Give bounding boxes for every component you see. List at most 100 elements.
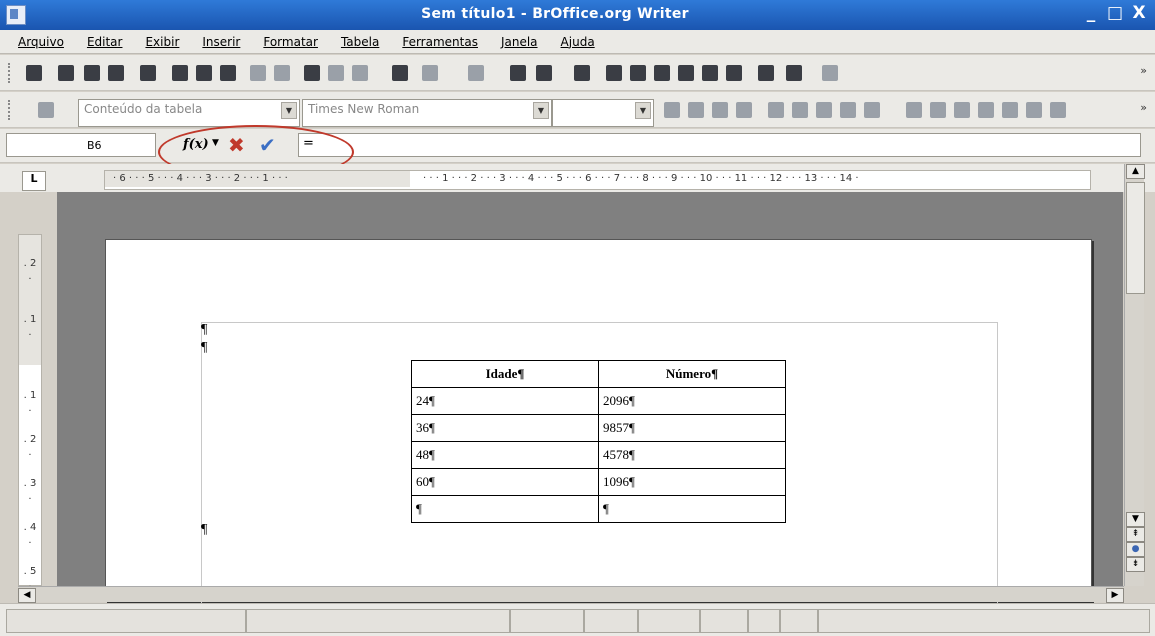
help-icon[interactable] xyxy=(758,65,774,81)
toolbar-overflow-icon[interactable]: » xyxy=(1140,101,1147,114)
previous-page-icon[interactable]: ⇞ xyxy=(1126,527,1145,542)
menu-editar[interactable]: Editar xyxy=(87,35,123,49)
minimize-button[interactable]: _ xyxy=(1083,3,1099,23)
print-preview-icon[interactable] xyxy=(220,65,236,81)
document-page[interactable]: ¶ ¶ Idade¶ Número¶ 24¶ 2096¶ 36¶ 9857¶ 4… xyxy=(105,239,1092,603)
chevron-down-icon[interactable]: ▼ xyxy=(533,102,549,119)
status-signature[interactable] xyxy=(748,609,780,633)
menu-inserir[interactable]: Inserir xyxy=(202,35,240,49)
hyperlink-icon[interactable] xyxy=(510,65,526,81)
chevron-down-icon[interactable]: ▼ xyxy=(281,102,297,119)
scroll-up-icon[interactable]: ▲ xyxy=(1126,164,1145,179)
styles-icon[interactable] xyxy=(38,102,54,118)
status-modified[interactable] xyxy=(700,609,748,633)
show-draw-functions-icon[interactable] xyxy=(574,65,590,81)
tab-stop-selector[interactable]: L xyxy=(22,171,46,191)
menu-formatar[interactable]: Formatar xyxy=(263,35,318,49)
table-cell[interactable]: 4578¶ xyxy=(598,441,786,469)
next-page-icon[interactable]: ⇟ xyxy=(1126,557,1145,572)
document-canvas[interactable]: ¶ ¶ Idade¶ Número¶ 24¶ 2096¶ 36¶ 9857¶ 4… xyxy=(57,192,1123,603)
table-cell[interactable]: 2096¶ xyxy=(598,387,786,415)
status-insert-mode[interactable] xyxy=(584,609,638,633)
font-color-icon[interactable] xyxy=(954,102,970,118)
gallery-icon[interactable] xyxy=(654,65,670,81)
font-size-combo[interactable]: ▼ xyxy=(552,99,654,127)
table-cell[interactable]: 24¶ xyxy=(411,387,599,415)
maximize-button[interactable]: □ xyxy=(1107,3,1123,23)
align-left-icon[interactable] xyxy=(736,102,752,118)
scroll-left-icon[interactable]: ◀ xyxy=(18,588,36,603)
underline-icon[interactable] xyxy=(712,102,728,118)
table-cell[interactable]: 36¶ xyxy=(411,414,599,442)
scroll-down-icon[interactable]: ▼ xyxy=(1126,512,1145,527)
close-button[interactable]: X xyxy=(1131,3,1147,23)
edit-file-icon[interactable] xyxy=(140,65,156,81)
vertical-scrollbar[interactable]: ▲ ▼ ⇞ ● ⇟ xyxy=(1124,164,1145,586)
background-color-icon[interactable] xyxy=(1002,102,1018,118)
email-icon[interactable] xyxy=(108,65,124,81)
redo-icon[interactable] xyxy=(468,65,484,81)
status-zoom[interactable] xyxy=(818,609,1150,633)
data-sources-icon[interactable] xyxy=(678,65,694,81)
table-cell[interactable]: 1096¶ xyxy=(598,468,786,496)
table-icon[interactable] xyxy=(536,65,552,81)
toolbar-grip[interactable] xyxy=(8,100,13,120)
navigation-icon[interactable]: ● xyxy=(1126,542,1145,557)
table-cell[interactable]: 60¶ xyxy=(411,468,599,496)
data-table[interactable]: Idade¶ Número¶ 24¶ 2096¶ 36¶ 9857¶ 48¶ 4… xyxy=(411,360,786,523)
format-paintbrush-icon[interactable] xyxy=(392,65,408,81)
save-icon[interactable] xyxy=(84,65,100,81)
paste-icon[interactable] xyxy=(352,65,368,81)
menu-arquivo[interactable]: Arquivo xyxy=(18,35,64,49)
cell-reference-box[interactable]: B6 xyxy=(6,133,156,157)
cut-icon[interactable] xyxy=(304,65,320,81)
borders-icon[interactable] xyxy=(1026,102,1042,118)
bullets-icon[interactable] xyxy=(864,102,880,118)
status-object-info[interactable] xyxy=(780,609,818,633)
export-pdf-icon[interactable] xyxy=(172,65,188,81)
bold-icon[interactable] xyxy=(664,102,680,118)
font-name-combo[interactable]: Times New Roman ▼ xyxy=(302,99,552,127)
horizontal-ruler[interactable]: · 6 · · · 5 · · · 4 · · · 3 · · · 2 · · … xyxy=(104,170,1091,190)
chevron-down-icon[interactable]: ▼ xyxy=(635,102,651,119)
toolbar-overflow-icon[interactable]: » xyxy=(1140,64,1147,77)
increase-indent-icon[interactable] xyxy=(930,102,946,118)
toolbar-extra-icon[interactable] xyxy=(786,65,802,81)
numbering-icon[interactable] xyxy=(840,102,856,118)
align-center-icon[interactable] xyxy=(768,102,784,118)
status-selection-mode[interactable] xyxy=(638,609,700,633)
new-document-icon[interactable] xyxy=(26,65,42,81)
table-cell[interactable]: ¶ xyxy=(598,495,786,523)
scroll-thumb[interactable] xyxy=(1126,182,1145,294)
status-style[interactable] xyxy=(246,609,510,633)
table-cell[interactable]: 9857¶ xyxy=(598,414,786,442)
autospellcheck-icon[interactable] xyxy=(274,65,290,81)
copy-icon[interactable] xyxy=(328,65,344,81)
menu-tabela[interactable]: Tabela xyxy=(341,35,379,49)
decrease-indent-icon[interactable] xyxy=(906,102,922,118)
open-icon[interactable] xyxy=(58,65,74,81)
status-page[interactable] xyxy=(6,609,246,633)
table-cell[interactable]: ¶ xyxy=(411,495,599,523)
print-icon[interactable] xyxy=(196,65,212,81)
status-language[interactable] xyxy=(510,609,584,633)
highlight-icon[interactable] xyxy=(978,102,994,118)
table-cell[interactable]: 48¶ xyxy=(411,441,599,469)
spellcheck-icon[interactable] xyxy=(250,65,266,81)
vertical-ruler[interactable]: . 2 . . 1 . . 1 . . 2 . . 3 . . 4 . . 5 … xyxy=(18,234,42,590)
zoom-icon[interactable] xyxy=(726,65,742,81)
horizontal-scrollbar[interactable]: ◀ ▶ xyxy=(18,586,1124,603)
table-header-cell[interactable]: Número¶ xyxy=(598,360,786,388)
menu-janela[interactable]: Janela xyxy=(501,35,538,49)
find-replace-icon[interactable] xyxy=(606,65,622,81)
align-right-icon[interactable] xyxy=(792,102,808,118)
italic-icon[interactable] xyxy=(688,102,704,118)
menu-exibir[interactable]: Exibir xyxy=(145,35,179,49)
formula-input[interactable]: = xyxy=(298,133,1141,157)
navigator-icon[interactable] xyxy=(630,65,646,81)
justify-icon[interactable] xyxy=(816,102,832,118)
toolbar-grip[interactable] xyxy=(8,63,13,83)
menu-ferramentas[interactable]: Ferramentas xyxy=(402,35,478,49)
formatting-marks-icon[interactable] xyxy=(702,65,718,81)
scroll-right-icon[interactable]: ▶ xyxy=(1106,588,1124,603)
